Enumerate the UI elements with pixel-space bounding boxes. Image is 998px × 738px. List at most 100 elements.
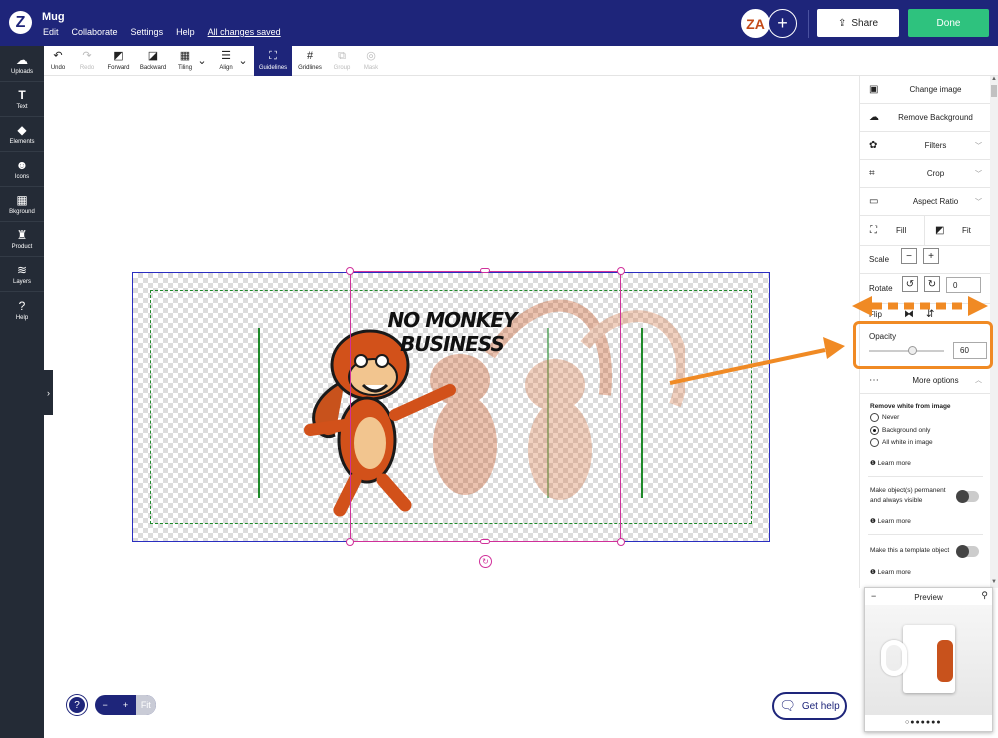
resize-handle[interactable] <box>480 539 490 544</box>
redo-button[interactable]: ↷ Redo <box>76 46 98 76</box>
scroll-up-icon[interactable]: ▲ <box>991 76 997 82</box>
scale-up-button[interactable]: + <box>923 248 939 264</box>
rotate-handle[interactable]: ↻ <box>479 555 492 568</box>
aspect-ratio-row[interactable]: ▭ Aspect Ratio ﹀ <box>860 188 991 216</box>
share-label: Share <box>851 17 879 29</box>
radio-never[interactable]: Never <box>870 413 899 422</box>
forward-button[interactable]: ◩ Forward <box>105 46 132 76</box>
backward-button[interactable]: ◪ Backward <box>137 46 169 76</box>
menu-settings[interactable]: Settings <box>131 27 164 37</box>
selection-box[interactable] <box>350 271 621 542</box>
radio-background-only[interactable]: Background only <box>870 426 930 435</box>
resize-handle[interactable] <box>617 538 625 546</box>
guidelines-button[interactable]: ⛶ Guidelines <box>254 46 292 76</box>
help-round-button[interactable]: ? <box>67 695 87 715</box>
mask-label: Mask <box>363 65 379 71</box>
sidebar-item-background[interactable]: ▦ Bkground <box>0 188 44 222</box>
sidebar-item-text[interactable]: T Text <box>0 83 44 117</box>
zoom-fit-button[interactable]: Fit <box>135 695 156 715</box>
tiling-dropdown[interactable]: ⌄ <box>197 46 207 76</box>
fit-button[interactable]: ◩ Fit <box>925 216 991 245</box>
zazzle-logo[interactable]: Z <box>9 11 32 34</box>
remove-background-row[interactable]: ☁ Remove Background <box>860 104 991 132</box>
sidebar-item-icons[interactable]: ☻ Icons <box>0 153 44 187</box>
scroll-down-icon[interactable]: ▼ <box>991 579 997 585</box>
sidebar-item-help[interactable]: ? Help <box>0 293 44 327</box>
resize-handle[interactable] <box>617 267 625 275</box>
rotate-right-button[interactable]: ↻ <box>924 276 940 292</box>
avatar[interactable]: ZA <box>741 9 770 38</box>
radio-label: Background only <box>882 427 931 434</box>
header-divider <box>808 10 809 38</box>
fit-label: Fit <box>962 226 971 235</box>
aspect-ratio-icon: ▭ <box>869 196 879 207</box>
group-label: Group <box>333 65 351 71</box>
radio-label: Never <box>882 414 900 421</box>
permanent-toggle[interactable] <box>956 490 979 503</box>
product-icon: ♜ <box>16 228 28 242</box>
change-image-label: Change image <box>909 85 962 94</box>
scale-down-button[interactable]: − <box>901 248 917 264</box>
crop-row[interactable]: ⌗ Crop ﹀ <box>860 160 991 188</box>
share-icon: ⇪ <box>837 17 847 29</box>
aspect-ratio-label: Aspect Ratio <box>912 197 959 206</box>
menu-help[interactable]: Help <box>176 27 195 37</box>
resize-handle[interactable] <box>480 268 490 273</box>
group-button[interactable]: ⧉ Group <box>331 46 353 76</box>
done-button[interactable]: Done <box>908 9 989 37</box>
scrollbar-thumb[interactable] <box>991 85 997 97</box>
preview-carousel-dots[interactable]: ○●●●●●● <box>905 719 942 726</box>
fill-button[interactable]: ⛶ Fill <box>860 216 925 245</box>
tiling-button[interactable]: ▦ Tiling <box>175 46 195 76</box>
mug-preview-image[interactable] <box>865 605 992 715</box>
help-icon: ? <box>18 298 26 313</box>
redo-label: Redo <box>79 65 95 71</box>
scale-label: Scale <box>869 255 890 264</box>
divider <box>868 476 983 477</box>
learn-more-link[interactable]: ❶ Learn more <box>870 517 911 525</box>
add-collaborator-button[interactable]: + <box>768 9 797 38</box>
sidebar-item-uploads[interactable]: ☁ Uploads <box>0 48 44 82</box>
rotate-left-button[interactable]: ↺ <box>902 276 918 292</box>
change-image-row[interactable]: ▣ Change image <box>860 76 991 104</box>
gridlines-label: Gridlines <box>298 65 322 71</box>
get-help-button[interactable]: 🗨 Get help <box>772 692 847 720</box>
align-dropdown[interactable]: ⌄ <box>238 46 248 76</box>
top-bar: Z Mug Edit Collaborate Settings Help All… <box>0 0 998 46</box>
chat-icon: 🗨 <box>779 698 796 713</box>
redo-icon: ↷ <box>82 50 92 62</box>
sidebar-item-layers[interactable]: ≋ Layers <box>0 258 44 292</box>
align-button[interactable]: ☰ Align <box>216 46 236 76</box>
sidebar-item-product[interactable]: ♜ Product <box>0 223 44 257</box>
zoom-preview-icon[interactable]: ⚲ <box>981 590 988 601</box>
shapes-icon: ◆ <box>17 123 27 137</box>
share-button[interactable]: ⇪ Share <box>817 9 899 37</box>
rotate-input[interactable]: 0 <box>946 277 981 293</box>
template-toggle[interactable] <box>956 545 979 558</box>
undo-label: Undo <box>50 65 66 71</box>
radio-label: All white in image <box>882 439 933 446</box>
learn-more-link[interactable]: ❶ Learn more <box>870 459 911 467</box>
undo-button[interactable]: ↶ Undo <box>48 46 68 76</box>
chevron-down-icon: ﹀ <box>975 170 982 178</box>
sidebar-item-label: Elements <box>9 139 35 145</box>
radio-button <box>870 438 879 447</box>
sidebar-item-label: Uploads <box>10 69 33 75</box>
zoom-in-button[interactable]: + <box>115 700 135 710</box>
resize-handle[interactable] <box>346 267 354 275</box>
radio-all-white[interactable]: All white in image <box>870 438 933 447</box>
gridlines-button[interactable]: # Gridlines <box>296 46 324 76</box>
group-icon: ⧉ <box>338 50 346 62</box>
align-label: Align <box>219 65 233 71</box>
zoom-out-button[interactable]: − <box>95 700 115 710</box>
filters-row[interactable]: ✿ Filters ﹀ <box>860 132 991 160</box>
resize-handle[interactable] <box>346 538 354 546</box>
save-status-link[interactable]: All changes saved <box>208 27 281 37</box>
menu-edit[interactable]: Edit <box>43 27 59 37</box>
align-icon: ☰ <box>221 50 231 62</box>
mask-button[interactable]: ◎ Mask <box>360 46 382 76</box>
menu-collaborate[interactable]: Collaborate <box>72 27 118 37</box>
expand-panel-button[interactable]: › <box>44 370 53 415</box>
sidebar-item-elements[interactable]: ◆ Elements <box>0 118 44 152</box>
learn-more-link[interactable]: ❶ Learn more <box>870 568 911 576</box>
